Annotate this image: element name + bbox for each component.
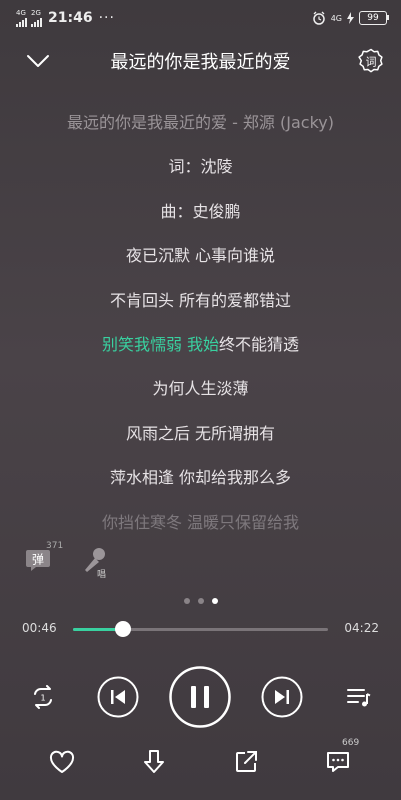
- next-button[interactable]: [261, 676, 303, 718]
- network-2-label: 2G: [31, 9, 41, 17]
- lyric-line: 为何人生淡薄: [152, 379, 249, 399]
- heart-icon: [49, 750, 75, 773]
- network-1-label: 4G: [16, 9, 26, 17]
- svg-text:1: 1: [40, 694, 45, 703]
- next-icon: [261, 676, 303, 718]
- playlist-icon: [347, 689, 371, 707]
- progress-knob[interactable]: [114, 621, 131, 637]
- lyrics-panel[interactable]: 最远的你是我最近的爱 - 郑源 (Jacky) 词：沈陵 曲：史俊鹏 夜已沉默 …: [0, 108, 401, 552]
- progress-row: 00:46 04:22: [0, 618, 401, 640]
- page-indicator: [0, 598, 401, 604]
- lyrics-gear-icon: 词: [358, 48, 383, 73]
- lyric-line: 夜已沉默 心事向谁说: [125, 246, 276, 266]
- status-bar: 4G 2G 21:46 ··· 4G 99: [0, 0, 401, 36]
- pause-button[interactable]: [169, 666, 231, 728]
- danmu-label: 弹: [32, 553, 44, 567]
- page-dot[interactable]: [183, 598, 190, 604]
- lyrics-button-label: 词: [366, 56, 377, 69]
- previous-icon: [97, 676, 139, 718]
- battery-indicator: 99: [359, 11, 389, 25]
- network-right-label: 4G: [330, 13, 342, 23]
- progress-slider[interactable]: [73, 621, 328, 637]
- lyric-line: 风雨之后 无所谓拥有: [125, 423, 276, 443]
- sing-label: 唱: [97, 570, 107, 580]
- chevron-down-icon: [27, 55, 49, 67]
- song-title: 最远的你是我最近的爱: [110, 52, 291, 73]
- alarm-icon: [312, 11, 325, 25]
- lyric-line: 词：沈陵: [168, 157, 233, 177]
- charging-icon: [347, 12, 354, 24]
- bottom-actions: 669: [0, 738, 401, 782]
- signal-indicators: 4G 2G: [16, 9, 42, 27]
- repeat-icon: 1: [34, 685, 52, 709]
- current-lyric-rest: 终不能猜透: [219, 334, 300, 354]
- page-dot[interactable]: [197, 598, 204, 604]
- lyric-line: 萍水相逢 你却给我那么多: [109, 468, 292, 488]
- play-mode-button[interactable]: 1: [28, 682, 58, 712]
- more-notifications-icon: ···: [98, 10, 115, 26]
- status-time: 21:46: [48, 10, 93, 26]
- playlist-button[interactable]: [344, 682, 374, 712]
- danmu-count: 371: [46, 541, 64, 551]
- current-time: 00:46: [22, 621, 57, 635]
- comment-button[interactable]: 669: [318, 738, 359, 782]
- current-lyric-line: 别笑我懦弱 我始终不能猜透: [0, 330, 401, 374]
- total-time: 04:22: [344, 621, 379, 635]
- previous-button[interactable]: [97, 676, 139, 718]
- share-button[interactable]: [226, 742, 266, 782]
- comment-icon: [327, 752, 349, 772]
- like-button[interactable]: [42, 742, 82, 782]
- download-button[interactable]: [134, 742, 174, 782]
- playback-controls: 1: [0, 666, 401, 728]
- danmu-button[interactable]: 弹 371: [24, 541, 63, 575]
- download-icon: [144, 750, 164, 773]
- share-icon: [236, 751, 257, 772]
- lyrics-settings-button[interactable]: 词: [356, 46, 386, 76]
- sing-button[interactable]: 唱: [80, 545, 110, 580]
- pause-icon: [169, 666, 231, 728]
- player-header: 最远的你是我最近的爱 词: [0, 42, 401, 80]
- page-dot-active[interactable]: [211, 598, 218, 604]
- lyric-line: 曲：史俊鹏: [160, 201, 241, 221]
- comment-count: 669: [342, 738, 360, 748]
- lyric-line: 最远的你是我最近的爱 - 郑源 (Jacky): [66, 113, 334, 132]
- current-lyric-highlighted: 别笑我懦弱 我始: [101, 334, 220, 354]
- collapse-button[interactable]: [23, 46, 53, 76]
- lyric-line: 不肯回头 所有的爱都错过: [109, 290, 292, 310]
- side-actions: 弹 371 唱: [24, 541, 110, 580]
